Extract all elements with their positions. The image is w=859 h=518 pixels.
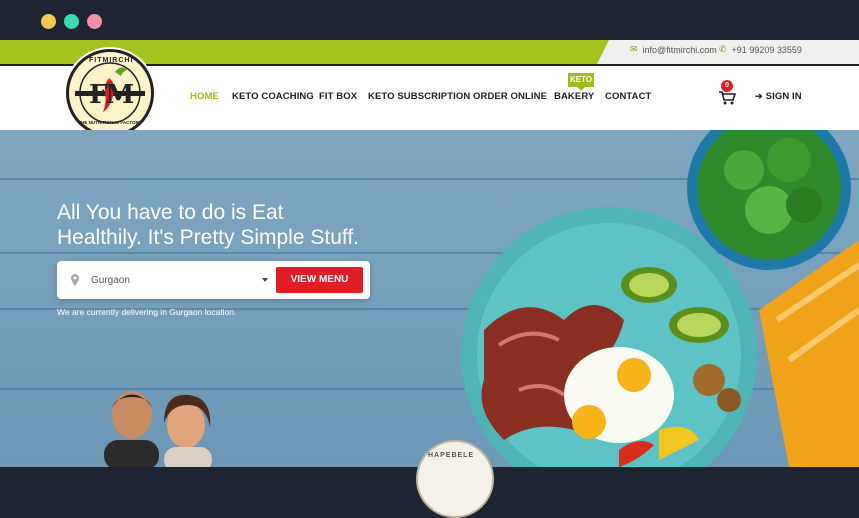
logo-bottom-text: THE NUTRITIONAL FACTORY [78,120,142,125]
window-dot-pink[interactable] [87,14,102,29]
location-select[interactable]: Gurgaon [91,275,130,286]
view-menu-button[interactable]: VIEW MENU [276,267,363,293]
stamp-text: HAPEBELE [428,452,475,459]
email-link[interactable]: ✉ info@fitmirchi.com [630,44,717,55]
signin-label: SIGN IN [765,91,802,102]
logo-monogram: FM [89,80,134,110]
nav-bakery[interactable]: BAKERY [554,91,594,102]
delivery-note: We are currently delivering in Gurgaon l… [57,307,237,317]
cart-count-badge: 0 [721,80,733,92]
phone-text: +91 99209 33559 [731,44,802,55]
phone-icon: ✆ [719,44,727,54]
hero-title: All You have to do is Eat Healthily. It'… [57,200,417,250]
site-logo[interactable]: FM FITMIRCHI THE NUTRITIONAL FACTORY [66,49,154,137]
email-text: info@fitmirchi.com [642,44,717,55]
chevron-down-icon[interactable] [262,278,268,282]
people-image [104,391,212,467]
nav-keto-coaching[interactable]: KETO COACHING [232,91,314,102]
nav-contact[interactable]: CONTACT [605,91,651,102]
window-chrome [0,0,859,40]
keto-badge: KETO [568,73,594,91]
signin-icon: ➔ [755,91,763,101]
hero-title-line2: Healthily. It's Pretty Simple Stuff. [57,226,360,249]
hero-title-line1: All You have to do is Eat [57,201,284,224]
food-image [461,130,859,467]
envelope-icon: ✉ [630,44,638,54]
nav-order-online[interactable]: ORDER ONLINE [473,91,547,102]
phone-link[interactable]: ✆ +91 99209 33559 [719,44,802,55]
nav-keto-subscription[interactable]: KETO SUBSCRIPTION [368,91,470,102]
nav-fit-box[interactable]: FIT BOX [319,91,357,102]
window-dot-yellow[interactable] [41,14,56,29]
location-pin-icon [71,274,79,286]
window-dot-green[interactable] [64,14,79,29]
nav-home[interactable]: HOME [190,91,219,102]
logo-top-text: FITMIRCHI [89,57,134,64]
signin-link[interactable]: ➔ SIGN IN [755,91,802,102]
